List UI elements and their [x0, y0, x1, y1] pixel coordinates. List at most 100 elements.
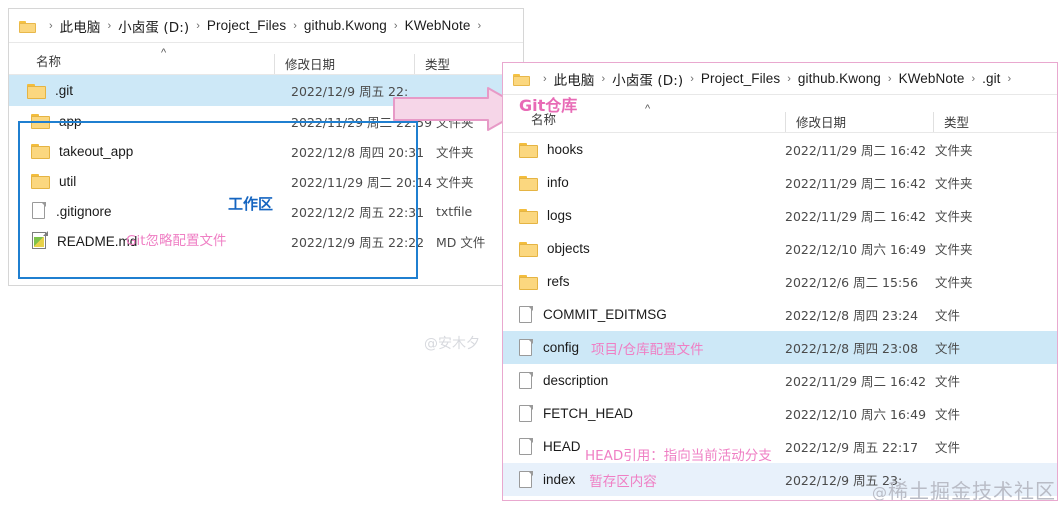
sort-ascending-caret[interactable]: ^: [645, 103, 650, 115]
breadcrumb-item-github-kwong[interactable]: github.Kwong: [798, 71, 881, 86]
breadcrumb-item-project-files[interactable]: Project_Files: [701, 71, 780, 86]
file-icon: [519, 371, 534, 390]
file-date: 2022/12/8 周四 23:08: [785, 341, 919, 356]
folder-icon: [519, 142, 538, 158]
annotation-index: 暂存区内容: [589, 473, 657, 490]
column-header-name[interactable]: 名称: [9, 51, 274, 74]
breadcrumb-item-this-pc[interactable]: 此电脑: [554, 69, 595, 89]
breadcrumb-item-this-pc[interactable]: 此电脑: [60, 16, 101, 36]
file-date: 2022/12/8 周四 23:24: [785, 308, 919, 323]
file-date: 2022/12/9 周五 22:: [291, 84, 409, 99]
table-row[interactable]: COMMIT_EDITMSG 2022/12/8 周四 23:24 文件: [503, 298, 1057, 331]
table-row[interactable]: util 2022/11/29 周二 20:14 文件夹: [9, 166, 523, 196]
file-icon: [519, 437, 534, 456]
file-icon: [519, 470, 534, 489]
file-name: util: [59, 173, 77, 189]
table-row[interactable]: .gitignore 2022/12/2 周五 22:31 txtfile: [9, 196, 523, 226]
table-row[interactable]: objects 2022/12/10 周六 16:49 文件夹: [503, 232, 1057, 265]
file-type: 文件: [935, 407, 961, 422]
file-name: .git: [55, 83, 74, 98]
file-list: hooks 2022/11/29 周二 16:42 文件夹 info 2022/…: [503, 133, 1057, 496]
file-date: 2022/12/9 周五 22:22: [291, 234, 425, 250]
breadcrumb-item-github-kwong[interactable]: github.Kwong: [304, 18, 387, 33]
author-watermark: @安木夕: [424, 336, 480, 352]
breadcrumb-separator: ›: [293, 19, 297, 32]
table-row[interactable]: .git 2022/12/9 周五 22:: [9, 75, 523, 106]
folder-icon: [519, 208, 538, 224]
file-name: HEAD: [543, 439, 581, 454]
breadcrumb[interactable]: › 此电脑 › 小卤蛋 (D:) › Project_Files › githu…: [9, 9, 523, 43]
file-type: 文件夹: [935, 275, 973, 290]
table-row[interactable]: takeout_app 2022/12/8 周四 20:31 文件夹: [9, 136, 523, 166]
file-type: 文件: [935, 308, 961, 323]
breadcrumb-separator: ›: [107, 19, 112, 32]
markdown-file-icon: [32, 231, 48, 250]
breadcrumb-item-kwebnote[interactable]: KWebNote: [899, 71, 965, 86]
column-header-date[interactable]: 修改日期: [785, 112, 933, 132]
file-name: takeout_app: [59, 143, 134, 159]
table-row[interactable]: refs 2022/12/6 周二 15:56 文件夹: [503, 265, 1057, 298]
file-name: refs: [547, 274, 570, 289]
breadcrumb-separator: ›: [543, 72, 547, 85]
sort-ascending-caret[interactable]: ^: [161, 47, 166, 59]
table-row[interactable]: FETCH_HEAD 2022/12/10 周六 16:49 文件: [503, 397, 1057, 430]
site-watermark-text: 稀土掘金技术社区: [888, 479, 1056, 503]
file-name: config: [543, 340, 580, 355]
folder-icon: [31, 173, 50, 189]
file-type: txtfile: [436, 203, 473, 219]
table-row[interactable]: HEAD HEAD引用：指向当前活动分支 2022/12/9 周五 22:17 …: [503, 430, 1057, 464]
table-row[interactable]: info 2022/11/29 周二 16:42 文件夹: [503, 166, 1057, 199]
file-type: 文件: [935, 440, 961, 455]
breadcrumb-item-drive-d[interactable]: 小卤蛋 (D:): [612, 69, 683, 89]
file-icon: [519, 305, 534, 324]
site-watermark: @稀土掘金技术社区: [872, 475, 1056, 504]
table-row[interactable]: description 2022/11/29 周二 16:42 文件: [503, 364, 1057, 397]
column-header-type[interactable]: 类型: [933, 112, 1023, 132]
breadcrumb-separator: ›: [196, 19, 200, 32]
folder-icon: [519, 241, 538, 257]
file-date: 2022/11/29 周二 16:42: [785, 209, 927, 224]
file-name: COMMIT_EDITMSG: [543, 307, 667, 322]
breadcrumb-separator: ›: [971, 72, 976, 85]
file-icon: [32, 202, 47, 220]
file-date: 2022/11/29 周二 22:59: [291, 114, 433, 130]
file-date: 2022/12/8 周四 20:31: [291, 144, 425, 160]
file-type: MD 文件: [436, 234, 486, 250]
folder-icon: [519, 274, 538, 290]
column-header-name[interactable]: 名称: [503, 109, 785, 132]
breadcrumb-item-drive-d[interactable]: 小卤蛋 (D:): [118, 16, 189, 36]
file-name: hooks: [547, 142, 584, 157]
breadcrumb-item-project-files[interactable]: Project_Files: [207, 18, 286, 33]
file-type: 文件夹: [436, 144, 474, 160]
column-header-row: ^ 名称 修改日期 类型: [9, 43, 523, 75]
breadcrumb-separator-trailing[interactable]: ›: [1008, 73, 1012, 85]
file-type: 文件夹: [935, 176, 973, 191]
file-name: index: [543, 472, 576, 487]
breadcrumb[interactable]: › 此电脑 › 小卤蛋 (D:) › Project_Files › githu…: [503, 63, 1057, 95]
column-header-date[interactable]: 修改日期: [274, 54, 414, 74]
breadcrumb-separator: ›: [690, 72, 694, 85]
table-row[interactable]: README.md 2022/12/9 周五 22:22 MD 文件: [9, 226, 523, 256]
file-list: .git 2022/12/9 周五 22: app 2022/11/29 周二 …: [9, 75, 523, 256]
file-icon: [519, 338, 534, 357]
breadcrumb-item-dot-git[interactable]: .git: [982, 71, 1000, 86]
table-row[interactable]: app 2022/11/29 周二 22:59 文件夹: [9, 106, 523, 136]
file-date: 2022/11/29 周二 16:42: [785, 143, 927, 158]
file-name: objects: [547, 241, 590, 256]
folder-icon: [513, 72, 530, 86]
breadcrumb-separator-trailing[interactable]: ›: [477, 20, 481, 32]
table-row[interactable]: logs 2022/11/29 周二 16:42 文件夹: [503, 199, 1057, 232]
file-type: 文件夹: [935, 242, 973, 257]
file-name: app: [59, 113, 82, 129]
file-name: info: [547, 175, 569, 190]
breadcrumb-item-kwebnote[interactable]: KWebNote: [405, 18, 471, 33]
file-name: .gitignore: [56, 203, 112, 219]
table-row[interactable]: hooks 2022/11/29 周二 16:42 文件夹: [503, 133, 1057, 166]
table-row[interactable]: config 项目/仓库配置文件 2022/12/8 周四 23:08 文件: [503, 331, 1057, 364]
file-date: 2022/12/2 周五 22:31: [291, 204, 425, 220]
column-header-type[interactable]: 类型: [414, 54, 494, 74]
file-type: 文件: [935, 374, 961, 389]
file-name: logs: [547, 208, 572, 223]
file-name: README.md: [57, 233, 138, 249]
file-date: 2022/12/10 周六 16:49: [785, 407, 927, 422]
